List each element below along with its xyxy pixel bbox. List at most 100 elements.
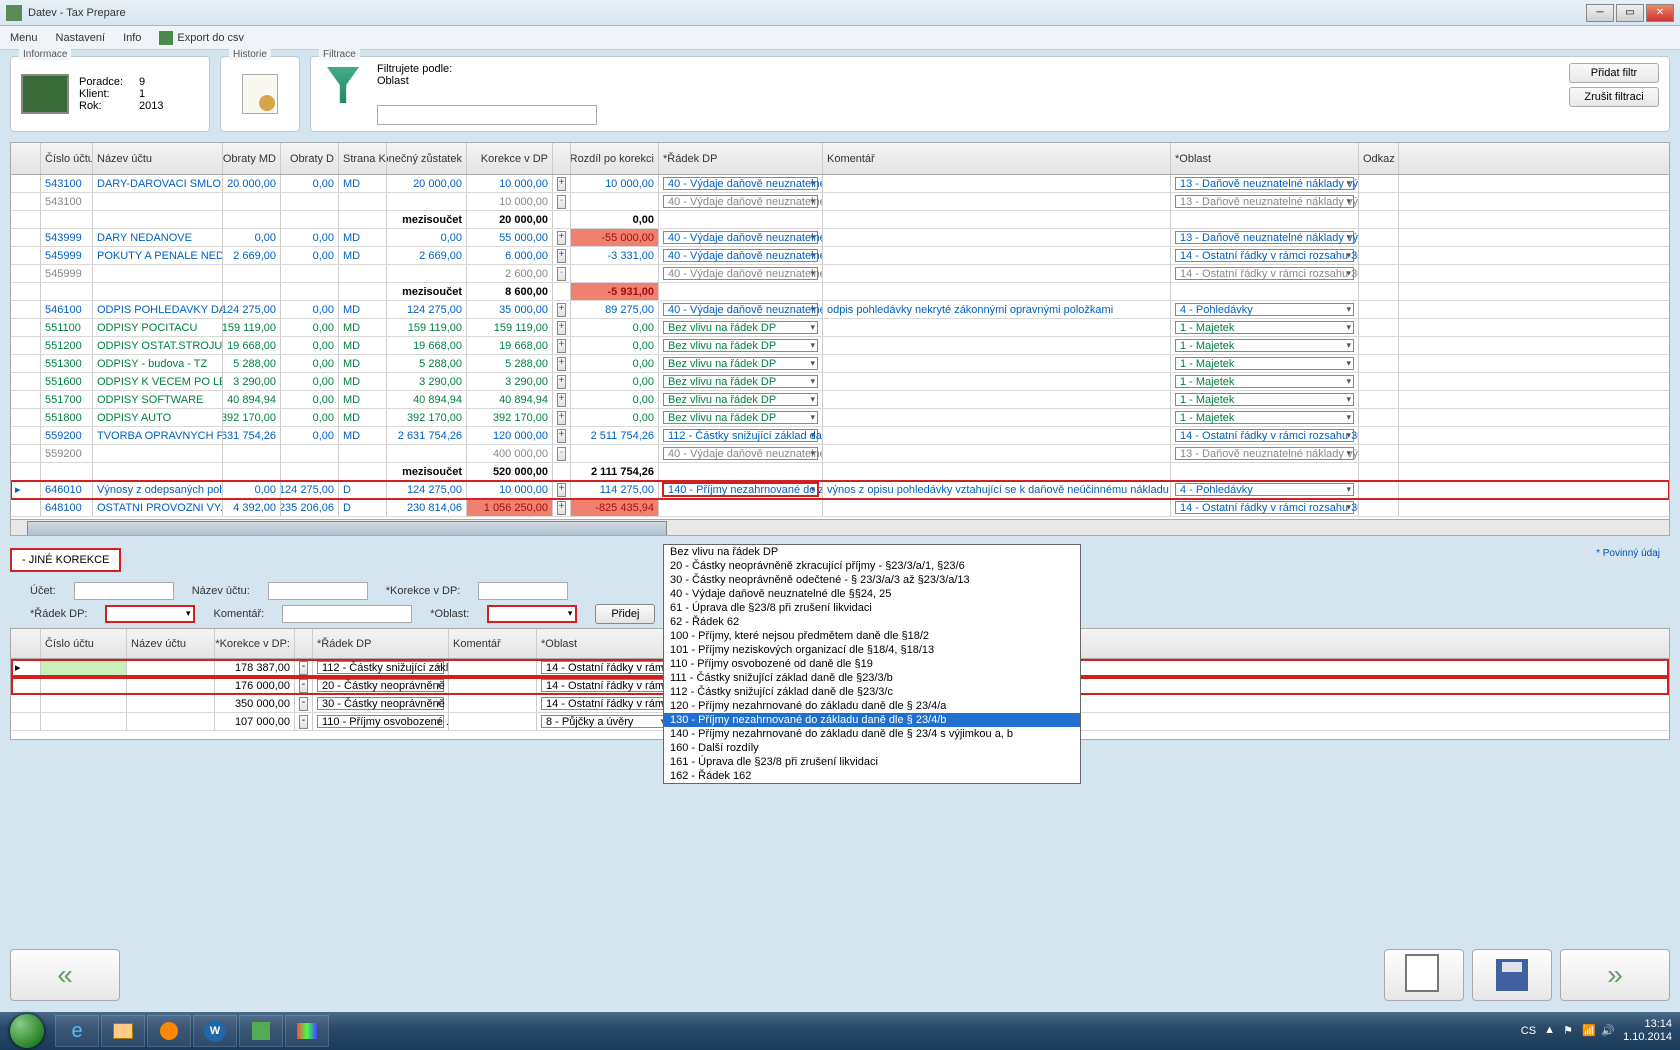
dropdown-item[interactable]: 62 - Řádek 62 bbox=[664, 615, 1080, 629]
oblast-select[interactable]: 8 - Půjčky a úvěry bbox=[541, 715, 668, 728]
oblast-select[interactable]: 14 - Ostatní řádky v rámci... bbox=[541, 661, 668, 674]
dropdown-item[interactable]: 112 - Částky snižující základ daně dle §… bbox=[664, 685, 1080, 699]
system-tray[interactable]: CS ▲ ⚑ 📶 🔊 13:141.10.2014 bbox=[1513, 1018, 1680, 1044]
oblast-select[interactable] bbox=[487, 605, 577, 623]
radek-select[interactable]: Bez vlivu na řádek DP bbox=[663, 339, 818, 352]
grid-body[interactable]: 543100 DARY-DAROVACI SMLO... 20 000,00 0… bbox=[11, 175, 1669, 519]
radek-select[interactable]: Bez vlivu na řádek DP bbox=[663, 375, 818, 388]
expand-button[interactable]: - bbox=[557, 447, 566, 461]
oblast-select[interactable]: 14 - Ostatní řádky v rámci... bbox=[541, 697, 668, 710]
oblast-select[interactable]: 14 - Ostatní řádky v rámci rozsahu 30 ..… bbox=[1175, 501, 1354, 514]
table-row[interactable]: 648100 OSTATNI PROVOZNI VY... 4 392,00 2… bbox=[11, 499, 1669, 517]
dropdown-item[interactable]: 161 - Úprava dle §23/8 při zrušení likvi… bbox=[664, 755, 1080, 769]
expand-button[interactable]: + bbox=[557, 483, 566, 497]
dropdown-item[interactable]: 111 - Částky snižující základ daně dle §… bbox=[664, 671, 1080, 685]
oblast-select[interactable]: 14 - Ostatní řádky v rámci rozsahu 30 ..… bbox=[1175, 249, 1354, 262]
radek-select[interactable]: 40 - Výdaje daňově neuznatelné... bbox=[663, 249, 818, 262]
history-icon[interactable] bbox=[242, 74, 278, 114]
menu-nastaveni[interactable]: Nastavení bbox=[56, 32, 106, 44]
table-row[interactable]: mezisoučet 8 600,00 -5 931,00 bbox=[11, 283, 1669, 301]
taskbar-datev[interactable] bbox=[239, 1015, 283, 1047]
table-row[interactable]: 543100 DARY-DAROVACI SMLO... 20 000,00 0… bbox=[11, 175, 1669, 193]
korekce-input[interactable] bbox=[478, 582, 568, 600]
radek-select[interactable]: 110 - Příjmy osvobozené ... bbox=[317, 715, 444, 728]
radek-select[interactable]: 20 - Částky neoprávněně ... bbox=[317, 679, 444, 692]
taskbar-paint[interactable] bbox=[285, 1015, 329, 1047]
table-row[interactable]: 551300 ODPISY - budova - TZ 5 288,00 0,0… bbox=[11, 355, 1669, 373]
dropdown-item[interactable]: 101 - Příjmy neziskových organizací dle … bbox=[664, 643, 1080, 657]
expand-button[interactable]: + bbox=[557, 501, 566, 515]
taskbar-word[interactable]: W bbox=[193, 1015, 237, 1047]
horizontal-scrollbar[interactable] bbox=[11, 519, 1669, 536]
radek-select[interactable]: 140 - Příjmy nezahrnované do zákl... bbox=[663, 483, 818, 496]
expand-button[interactable]: + bbox=[557, 231, 566, 245]
oblast-select[interactable]: 13 - Daňově neuznatelné náklady výš... bbox=[1175, 231, 1354, 244]
table-row[interactable]: 551700 ODPISY SOFTWARE 40 894,94 0,00 MD… bbox=[11, 391, 1669, 409]
radek-select[interactable]: Bez vlivu na řádek DP bbox=[663, 411, 818, 424]
expand-button[interactable]: + bbox=[557, 321, 566, 335]
dropdown-item[interactable]: 61 - Úprava dle §23/8 při zrušení likvid… bbox=[664, 601, 1080, 615]
table-row[interactable]: 543999 DARY NEDANOVE 0,00 0,00 MD 0,00 5… bbox=[11, 229, 1669, 247]
radek-select[interactable]: Bez vlivu na řádek DP bbox=[663, 321, 818, 334]
save-button[interactable] bbox=[1472, 949, 1552, 1001]
radek-select[interactable]: 40 - Výdaje daňově neuznatelné... bbox=[663, 177, 818, 190]
oblast-select[interactable]: 14 - Ostatní řádky v rámci rozsahu 30 ..… bbox=[1175, 267, 1354, 280]
expand-button[interactable]: + bbox=[557, 303, 566, 317]
table-row[interactable]: 545999 2 600,00 - 40 - Výdaje daňově neu… bbox=[11, 265, 1669, 283]
radek-select[interactable]: 40 - Výdaje daňově neuznatelné... bbox=[663, 447, 818, 460]
radek-select[interactable]: 40 - Výdaje daňově neuznatelné... bbox=[663, 267, 818, 280]
dropdown-item[interactable]: 20 - Částky neoprávněně zkracující příjm… bbox=[664, 559, 1080, 573]
tray-volume-icon[interactable]: 🔊 bbox=[1601, 1024, 1615, 1038]
oblast-select[interactable]: 13 - Daňově neuznatelné náklady výš... bbox=[1175, 447, 1354, 460]
pridej-button[interactable]: Přidej bbox=[595, 604, 655, 624]
oblast-select[interactable]: 1 - Majetek bbox=[1175, 339, 1354, 352]
table-row[interactable]: 551100 ODPISY POCITACU 159 119,00 0,00 M… bbox=[11, 319, 1669, 337]
copy-button[interactable] bbox=[1384, 949, 1464, 1001]
tray-up-icon[interactable]: ▲ bbox=[1544, 1024, 1558, 1038]
radek-select[interactable]: 40 - Výdaje daňově neuznatelné... bbox=[663, 195, 818, 208]
expand-button[interactable]: + bbox=[557, 375, 566, 389]
radek-select[interactable]: 40 - Výdaje daňově neuznatelné... bbox=[663, 231, 818, 244]
start-button[interactable] bbox=[0, 1012, 54, 1050]
nazev-input[interactable] bbox=[268, 582, 368, 600]
tray-flag-icon[interactable]: ⚑ bbox=[1563, 1024, 1577, 1038]
expand-button[interactable]: + bbox=[557, 429, 566, 443]
oblast-select[interactable]: 14 - Ostatní řádky v rámci... bbox=[541, 679, 668, 692]
menu-info[interactable]: Info bbox=[123, 32, 141, 44]
oblast-select[interactable]: 13 - Daňově neuznatelné náklady výš... bbox=[1175, 177, 1354, 190]
table-row[interactable]: 546100 ODPIS POHLEDAVKY DA... 124 275,00… bbox=[11, 301, 1669, 319]
expand-button[interactable]: - bbox=[299, 661, 308, 675]
close-button[interactable]: ✕ bbox=[1646, 4, 1674, 22]
ucet-input[interactable] bbox=[74, 582, 174, 600]
expand-button[interactable]: - bbox=[557, 195, 566, 209]
table-row[interactable]: 545999 POKUTY A PENALE NED... 2 669,00 0… bbox=[11, 247, 1669, 265]
oblast-select[interactable]: 1 - Majetek bbox=[1175, 375, 1354, 388]
table-row[interactable]: 543100 10 000,00 - 40 - Výdaje daňově ne… bbox=[11, 193, 1669, 211]
dropdown-item[interactable]: 110 - Příjmy osvobozené od daně dle §19 bbox=[664, 657, 1080, 671]
radek-select[interactable]: 112 - Částky snižující základ da... bbox=[663, 429, 818, 442]
table-row[interactable]: 551800 ODPISY AUTO 392 170,00 0,00 MD 39… bbox=[11, 409, 1669, 427]
dropdown-item[interactable]: 160 - Další rozdíly bbox=[664, 741, 1080, 755]
expand-button[interactable]: + bbox=[557, 249, 566, 263]
menu-menu[interactable]: Menu bbox=[10, 32, 38, 44]
table-row[interactable]: mezisoučet 20 000,00 0,00 bbox=[11, 211, 1669, 229]
oblast-select[interactable]: 14 - Ostatní řádky v rámci rozsahu 30 ..… bbox=[1175, 429, 1354, 442]
clear-filter-button[interactable]: Zrušit filtraci bbox=[1569, 87, 1659, 107]
oblast-select[interactable]: 4 - Pohledávky bbox=[1175, 303, 1354, 316]
expand-button[interactable]: + bbox=[557, 411, 566, 425]
radek-select[interactable] bbox=[105, 605, 195, 623]
radek-select[interactable]: Bez vlivu na řádek DP bbox=[663, 357, 818, 370]
oblast-select[interactable]: 13 - Daňově neuznatelné náklady výš... bbox=[1175, 195, 1354, 208]
minimize-button[interactable]: ─ bbox=[1586, 4, 1614, 22]
expand-button[interactable]: + bbox=[557, 177, 566, 191]
forward-button[interactable]: » bbox=[1560, 949, 1670, 1001]
expand-button[interactable]: - bbox=[299, 715, 308, 729]
dropdown-item[interactable]: Bez vlivu na řádek DP bbox=[664, 545, 1080, 559]
expand-button[interactable]: - bbox=[557, 267, 566, 281]
dropdown-item[interactable]: 40 - Výdaje daňově neuznatelné dle §§24,… bbox=[664, 587, 1080, 601]
radek-select[interactable]: 40 - Výdaje daňově neuznatelné... bbox=[663, 303, 818, 316]
taskbar-explorer[interactable] bbox=[101, 1015, 145, 1047]
table-row[interactable]: 559200 TVORBA OPRAVNYCH P... 2 631 754,2… bbox=[11, 427, 1669, 445]
oblast-select[interactable]: 1 - Majetek bbox=[1175, 393, 1354, 406]
radek-select[interactable]: Bez vlivu na řádek DP bbox=[663, 393, 818, 406]
